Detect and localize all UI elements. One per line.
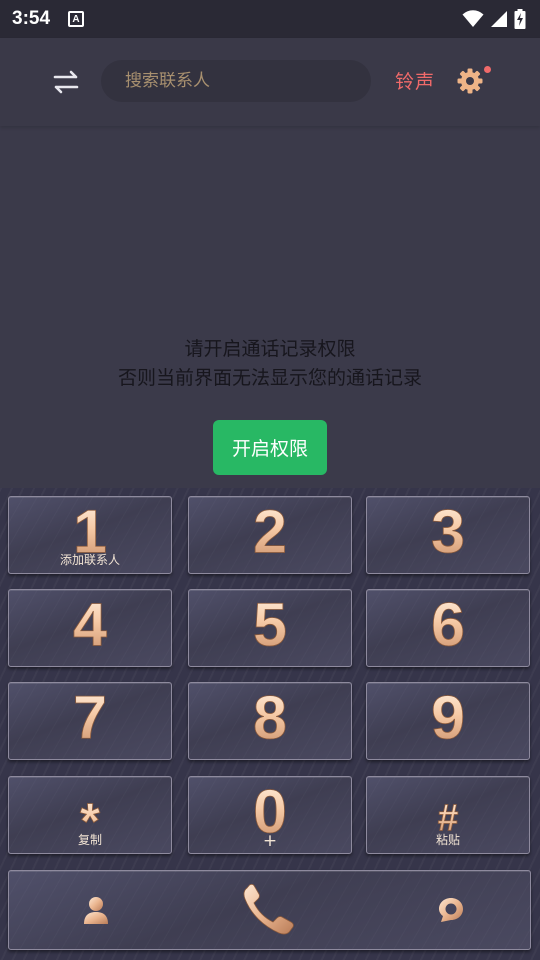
status-bar: 3:54 A xyxy=(0,0,540,38)
key-3[interactable]: 3 xyxy=(366,496,530,574)
plus-label: + xyxy=(262,831,278,851)
key-7[interactable]: 7 xyxy=(8,682,172,760)
gear-icon[interactable] xyxy=(456,67,484,95)
key-1[interactable]: 1 添加联系人 xyxy=(8,496,172,574)
key-5[interactable]: 5 xyxy=(188,589,352,667)
key-6[interactable]: 6 xyxy=(366,589,530,667)
permission-message: 请开启通话记录权限 否则当前界面无法显示您的通话记录 xyxy=(0,335,540,393)
key-2-digit: 2 xyxy=(253,498,287,559)
key-5-digit: 5 xyxy=(253,591,287,652)
key-2[interactable]: 2 xyxy=(188,496,352,574)
swap-icon[interactable] xyxy=(50,66,82,98)
search-input[interactable] xyxy=(125,71,371,91)
key-8-digit: 8 xyxy=(253,684,287,745)
key-9[interactable]: 9 xyxy=(366,682,530,760)
copy-label: 复制 xyxy=(77,833,102,847)
contacts-button[interactable] xyxy=(64,871,128,949)
paste-label: 粘贴 xyxy=(435,833,460,847)
clock: 3:54 xyxy=(12,8,51,29)
key-8[interactable]: 8 xyxy=(188,682,352,760)
wifi-icon xyxy=(462,10,484,27)
key-4-digit: 4 xyxy=(73,591,107,652)
key-9-digit: 9 xyxy=(431,684,465,745)
call-button[interactable] xyxy=(230,871,310,949)
key-7-digit: 7 xyxy=(73,684,107,745)
key-hash[interactable]: # 粘贴 xyxy=(366,776,530,854)
key-3-digit: 3 xyxy=(431,498,465,559)
action-bar xyxy=(8,870,531,950)
notification-a-icon: A xyxy=(68,11,85,27)
key-0[interactable]: 0 + xyxy=(188,776,352,854)
top-bar: 铃声 xyxy=(0,38,540,126)
battery-icon xyxy=(514,9,526,29)
signal-icon xyxy=(491,11,507,27)
messages-button[interactable] xyxy=(419,871,483,949)
phone-call-icon xyxy=(243,884,294,935)
key-6-digit: 6 xyxy=(431,591,465,652)
permission-line-2: 否则当前界面无法显示您的通话记录 xyxy=(117,367,422,389)
contacts-icon xyxy=(84,897,108,924)
enable-permission-button[interactable]: 开启权限 xyxy=(213,420,327,475)
key-star[interactable]: * 复制 xyxy=(8,776,172,854)
permission-line-1: 请开启通话记录权限 xyxy=(184,338,356,360)
chat-icon xyxy=(439,898,463,922)
key-0-digit: 0 xyxy=(253,778,287,839)
notification-dot xyxy=(484,66,491,73)
key-1-label: 添加联系人 xyxy=(59,553,120,567)
key-4[interactable]: 4 xyxy=(8,589,172,667)
key-1-digit: 1 xyxy=(73,498,107,559)
search-bar[interactable] xyxy=(101,60,371,102)
ringtone-link[interactable]: 铃声 xyxy=(395,67,435,94)
